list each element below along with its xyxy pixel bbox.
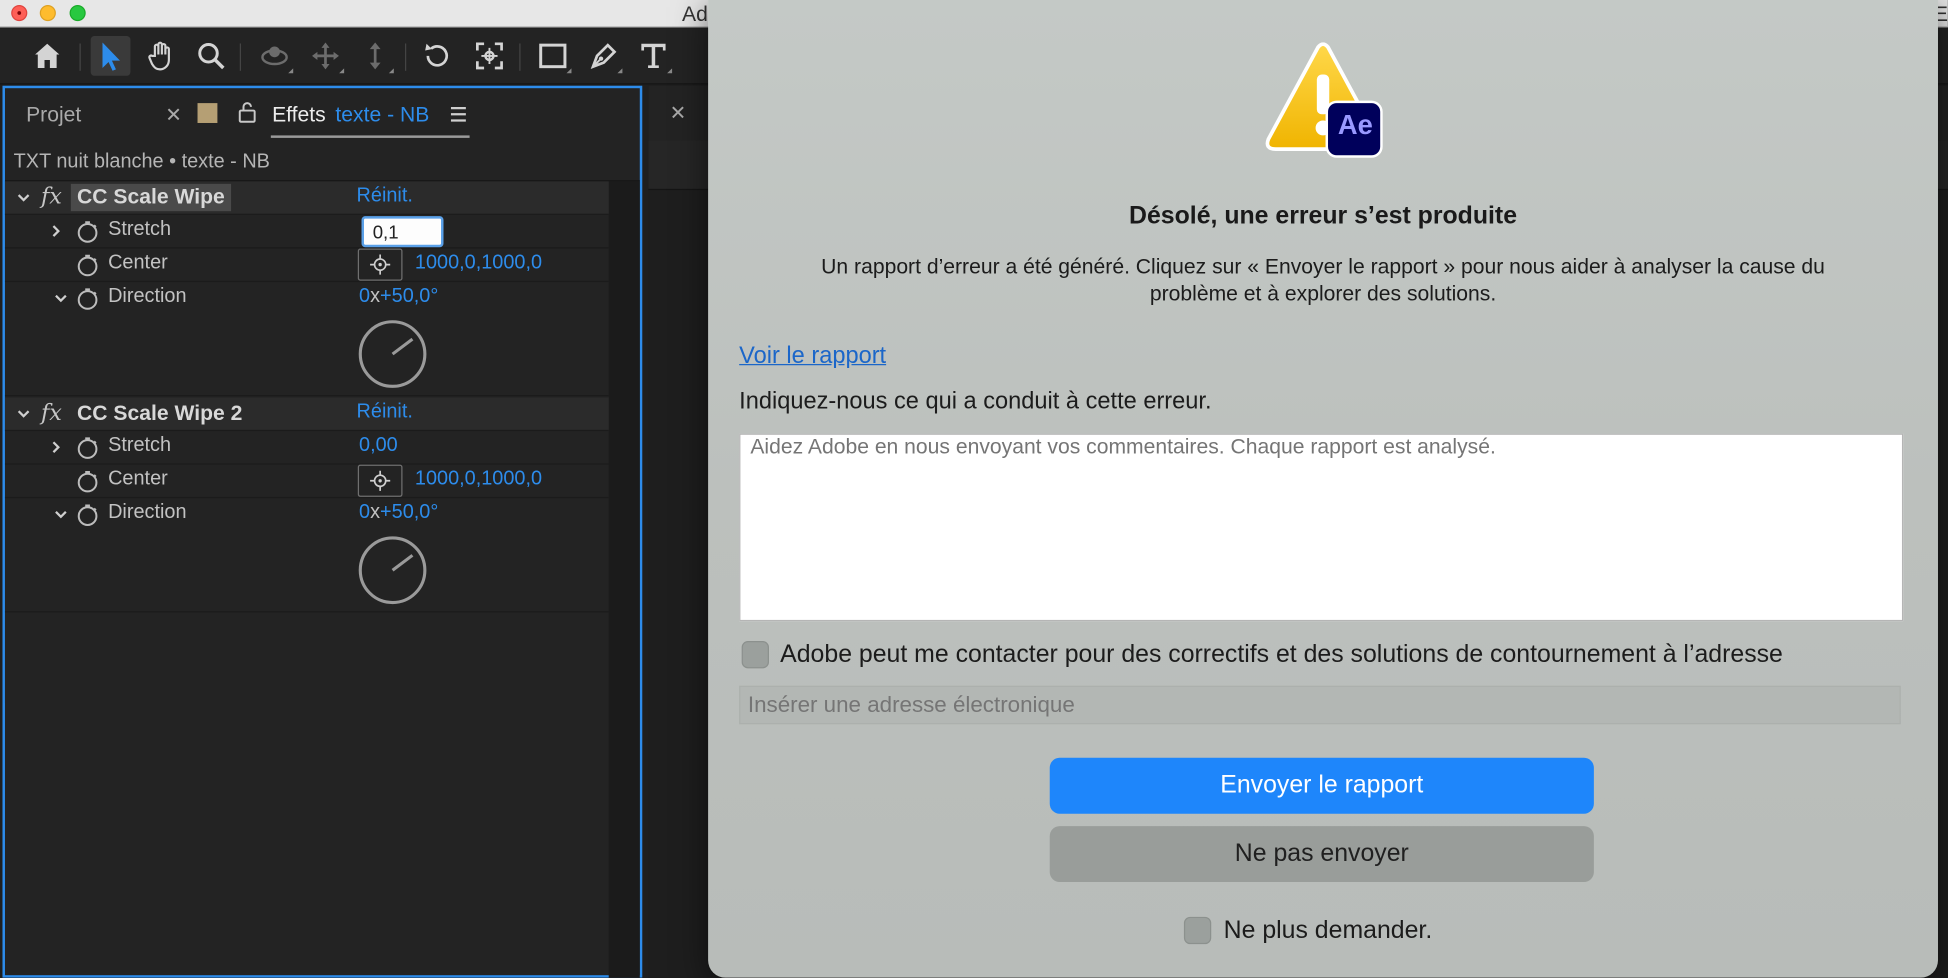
minimize-window-button[interactable]: [39, 4, 56, 22]
stretch-value-input[interactable]: 0,1: [361, 216, 444, 248]
crosshair-point-icon[interactable]: [357, 248, 403, 281]
chevron-down-icon[interactable]: [53, 506, 68, 521]
effect-controls-panel: Projet ✕ Effets texte - NB TXT nuit blan…: [2, 85, 643, 978]
panel-menu-icon[interactable]: [450, 106, 467, 123]
panel-tab-bar: Projet ✕ Effets texte - NB: [5, 88, 640, 143]
close-tab-icon[interactable]: ✕: [165, 103, 182, 128]
chevron-right-icon[interactable]: [48, 439, 63, 454]
property-label: Direction: [108, 501, 187, 524]
dialog-message-line: problème et à explorer des solutions.: [1149, 282, 1497, 306]
direction-value[interactable]: 0x+50,0°: [359, 286, 438, 308]
rectangle-tool-icon[interactable]: [533, 36, 573, 76]
orbit-camera-icon[interactable]: [255, 36, 295, 76]
direction-separator: x: [370, 501, 381, 524]
tab-effect-controls-comp[interactable]: texte - NB: [335, 103, 429, 128]
label-color-swatch[interactable]: [197, 103, 218, 123]
property-label: Center: [108, 468, 168, 490]
feedback-prompt: Indiquez-nous ce qui a conduit à cette e…: [739, 388, 1212, 415]
chevron-down-icon[interactable]: [53, 289, 68, 304]
home-icon[interactable]: [27, 36, 67, 76]
chevron-down-icon[interactable]: [16, 405, 31, 420]
anchor-point-tool-icon[interactable]: [470, 36, 510, 76]
property-row-center: Center 1000,0,1000,0: [4, 248, 609, 283]
direction-turns[interactable]: 0: [359, 502, 370, 523]
type-tool-icon[interactable]: [634, 36, 674, 76]
property-label: Stretch: [108, 218, 172, 240]
effect-name[interactable]: CC Scale Wipe: [70, 183, 231, 212]
dont-send-button[interactable]: Ne pas envoyer: [1049, 826, 1594, 883]
dont-ask-again-checkbox[interactable]: [1183, 916, 1212, 945]
stopwatch-icon[interactable]: [76, 287, 100, 311]
stopwatch-icon[interactable]: [76, 503, 100, 527]
effect-name[interactable]: CC Scale Wipe 2: [71, 400, 249, 427]
pan-camera-icon[interactable]: [306, 36, 346, 76]
dolly-camera-icon[interactable]: [355, 36, 395, 76]
selection-tool-icon[interactable]: [90, 36, 131, 76]
close-window-button[interactable]: [11, 4, 28, 22]
dont-ask-again-label[interactable]: Ne plus demander.: [1224, 917, 1433, 946]
active-tab-indicator: [270, 135, 470, 138]
send-report-button[interactable]: Envoyer le rapport: [1049, 757, 1594, 814]
fx-toggle-icon[interactable]: fx: [41, 184, 62, 210]
contact-checkbox[interactable]: [741, 641, 769, 669]
property-row-stretch: Stretch 0,1: [4, 215, 609, 249]
reset-effect-link[interactable]: Réinit.: [357, 401, 413, 423]
direction-separator: x: [370, 285, 381, 307]
hand-tool-icon[interactable]: [140, 36, 180, 76]
stopwatch-icon[interactable]: [76, 470, 100, 494]
close-tab-icon[interactable]: ✕: [670, 101, 687, 126]
fx-toggle-icon[interactable]: fx: [41, 400, 62, 426]
crash-report-dialog: Ae Désolé, une erreur s’est produite Un …: [708, 0, 1938, 978]
pen-tool-icon[interactable]: [584, 36, 624, 76]
chevron-down-icon[interactable]: [16, 189, 31, 204]
property-label: Direction: [108, 285, 187, 307]
effects-list: fx CC Scale Wipe Réinit. Stretch 0,1 Cen…: [4, 181, 609, 704]
lock-icon[interactable]: [238, 101, 256, 123]
reset-effect-link[interactable]: Réinit.: [357, 185, 413, 207]
stopwatch-icon[interactable]: [76, 220, 100, 244]
property-label: Stretch: [108, 434, 172, 456]
stopwatch-icon[interactable]: [76, 253, 100, 277]
window-title: Ad: [682, 2, 708, 27]
zoom-tool-icon[interactable]: [191, 36, 231, 76]
direction-degrees[interactable]: +50,0°: [380, 502, 438, 523]
stretch-value[interactable]: 0,00: [359, 435, 398, 457]
angle-dial[interactable]: [358, 535, 428, 605]
effect-header-cc-scale-wipe-2[interactable]: fx CC Scale Wipe 2 Réinit.: [4, 397, 609, 432]
tab-effect-controls[interactable]: Effets: [272, 103, 326, 128]
effect-header-cc-scale-wipe[interactable]: fx CC Scale Wipe Réinit.: [4, 181, 609, 215]
zoom-window-button[interactable]: [69, 4, 86, 22]
property-row-direction: Direction 0x+50,0°: [4, 498, 609, 613]
tab-project[interactable]: Projet: [26, 103, 81, 128]
rotate-tool-icon[interactable]: [417, 36, 457, 76]
contact-checkbox-label[interactable]: Adobe peut me contacter pour des correct…: [780, 641, 1783, 670]
email-field[interactable]: [739, 685, 1901, 725]
property-label: Center: [108, 252, 168, 274]
angle-dial[interactable]: [358, 319, 428, 389]
property-row-center: Center 1000,0,1000,0: [4, 464, 609, 499]
stopwatch-icon[interactable]: [76, 436, 100, 460]
feedback-textarea[interactable]: [739, 433, 1904, 622]
layer-breadcrumb: TXT nuit blanche • texte - NB: [13, 151, 270, 173]
dialog-message: Un rapport d’erreur a été généré. Clique…: [745, 253, 1900, 308]
dialog-message-line: Un rapport d’erreur a été généré. Clique…: [821, 254, 1825, 279]
direction-turns[interactable]: 0: [359, 286, 370, 307]
chevron-right-icon[interactable]: [48, 222, 63, 237]
center-value[interactable]: 1000,0,1000,0: [415, 252, 542, 274]
crosshair-point-icon[interactable]: [357, 464, 403, 497]
property-row-direction: Direction 0x+50,0°: [4, 282, 609, 397]
view-report-link[interactable]: Voir le rapport: [739, 343, 886, 370]
property-row-stretch: Stretch 0,00: [4, 431, 609, 465]
ae-badge-text: Ae: [1337, 109, 1373, 141]
dialog-title: Désolé, une erreur s’est produite: [1129, 202, 1518, 230]
direction-degrees[interactable]: +50,0°: [380, 286, 438, 307]
center-value[interactable]: 1000,0,1000,0: [415, 468, 542, 490]
direction-value[interactable]: 0x+50,0°: [359, 502, 438, 524]
